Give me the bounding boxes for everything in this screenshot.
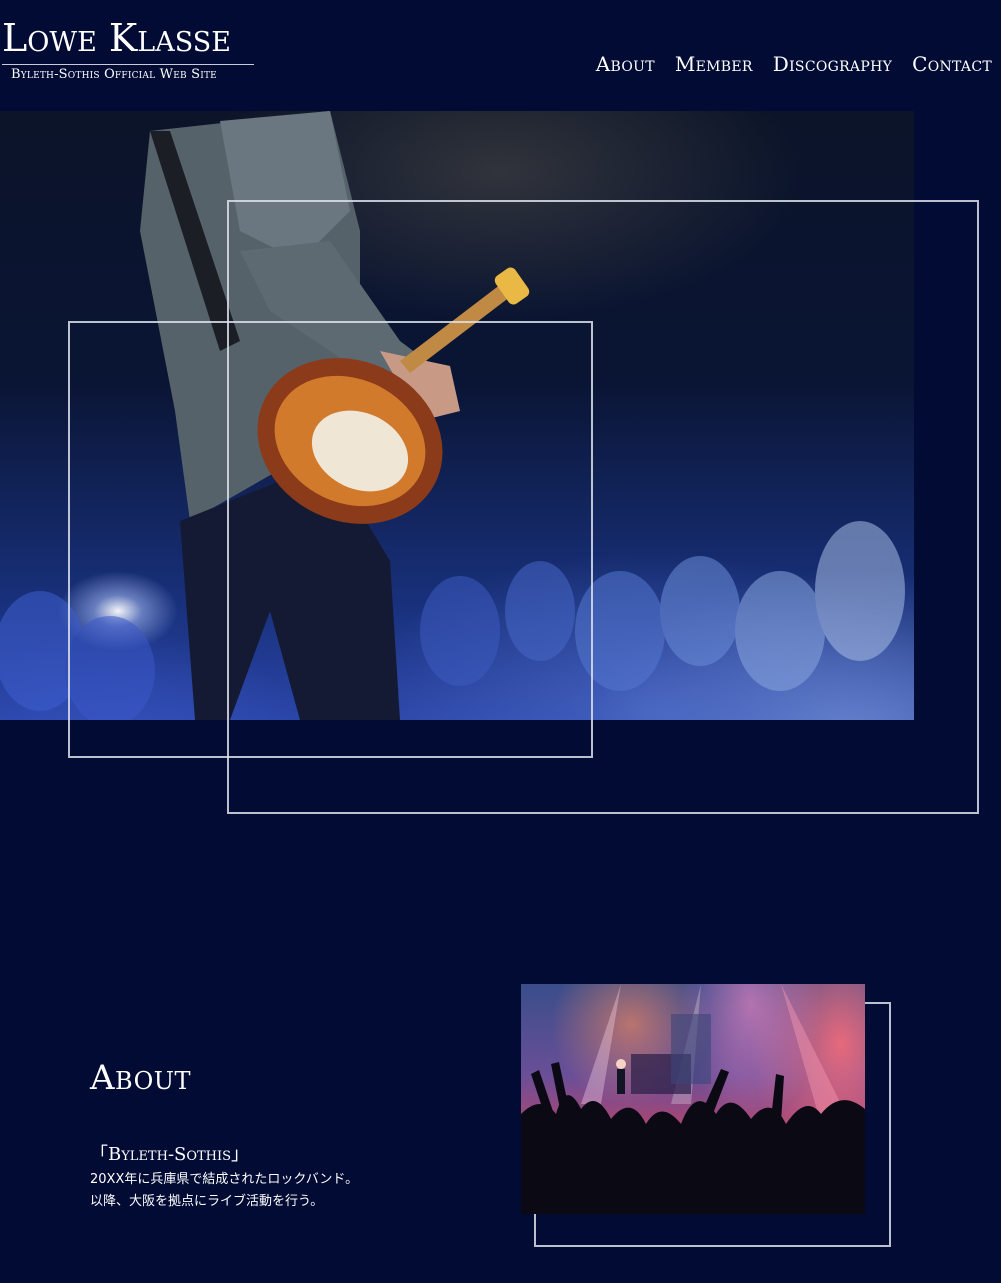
nav-item-about[interactable]: About (596, 52, 655, 76)
hero-guitarist-photo (0, 111, 914, 720)
main-nav: About Member Discography Contact (596, 52, 992, 76)
nav-item-member[interactable]: Member (675, 52, 753, 76)
about-heading: About (90, 1058, 192, 1098)
logo-divider (2, 64, 254, 65)
nav-item-contact[interactable]: Contact (912, 52, 992, 76)
nav-item-discography[interactable]: Discography (773, 52, 892, 76)
site-logo[interactable]: Lowe Klasse Byleth-Sothis Official Web S… (2, 16, 256, 82)
about-description: 20XX年に兵庫県で結成されたロックバンド。 以降、大阪を拠点にライブ活動を行う… (90, 1169, 358, 1213)
logo-subtitle: Byleth-Sothis Official Web Site (11, 67, 217, 82)
about-description-line: 20XX年に兵庫県で結成されたロックバンド。 (90, 1172, 359, 1187)
about-description-line: 以降、大阪を拠点にライブ活動を行う。 (90, 1194, 324, 1209)
logo-title: Lowe Klasse (2, 16, 231, 60)
concert-crowd-illustration (521, 984, 865, 1214)
about-concert-photo (521, 984, 865, 1214)
guitarist-illustration (0, 111, 905, 720)
page: Lowe Klasse Byleth-Sothis Official Web S… (0, 0, 1001, 1283)
about-band-name: 「Byleth-Sothis」 (90, 1144, 250, 1165)
